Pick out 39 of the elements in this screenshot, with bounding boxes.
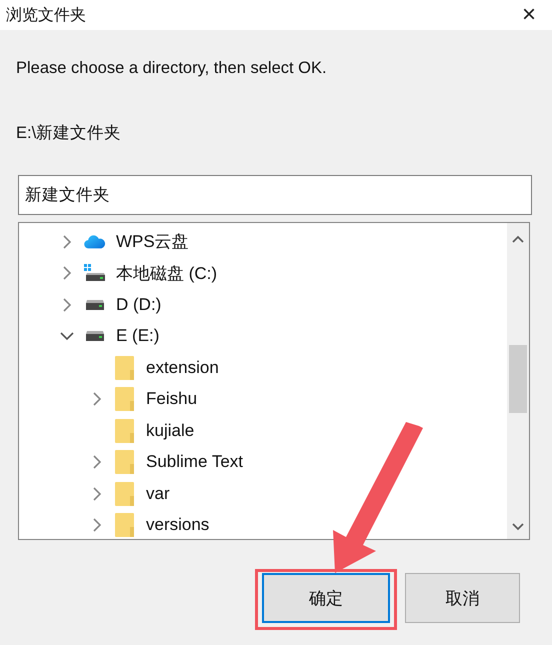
chevron-right-icon[interactable] [62,266,72,280]
chevron-right-icon[interactable] [92,392,102,406]
tree-item[interactable]: WPS云盘 [116,230,189,254]
close-button[interactable]: × [506,1,552,29]
cloud-icon [84,234,106,250]
system-drive-icon [84,264,106,282]
cancel-button[interactable]: 取消 [405,573,520,623]
tree-item[interactable]: Sublime Text [146,452,244,472]
chevron-right-icon[interactable] [62,234,72,249]
folder-icon [115,387,135,412]
tree-item[interactable]: D (D:) [116,294,162,315]
chevron-right-icon[interactable] [92,486,102,501]
folder-icon [115,513,135,538]
drive-icon [84,331,106,342]
scrollbar[interactable] [507,223,529,539]
chevron-down-icon[interactable] [60,331,74,342]
chevron-right-icon[interactable] [62,298,72,312]
tree-item[interactable]: extension [146,358,219,378]
folder-icon [115,356,135,380]
drive-icon [84,300,106,310]
window-title: 浏览文件夹 [6,6,86,26]
tree-item[interactable]: Feishu [146,389,198,410]
ok-button[interactable]: 确定 [262,573,390,623]
folder-name-field[interactable]: 新建文件夹 [18,175,532,215]
chevron-right-icon[interactable] [92,518,102,532]
scroll-down-icon[interactable] [512,523,524,531]
tree-item[interactable]: versions [146,515,210,536]
tree-item[interactable]: kujiale [146,420,194,441]
folder-icon [115,418,135,443]
instruction-text: Please choose a directory, then select OK. [16,58,328,78]
scrollbar-thumb[interactable] [509,345,527,413]
scroll-up-icon[interactable] [512,235,524,243]
tree-item[interactable]: 本地磁盘 (C:) [116,262,218,285]
tree-item[interactable]: var [146,484,170,504]
chevron-right-icon[interactable] [92,455,102,470]
folder-icon [115,450,135,474]
folder-icon [115,482,135,506]
tree-item[interactable]: E (E:) [116,326,160,346]
selected-path: E:\新建文件夹 [16,123,122,143]
